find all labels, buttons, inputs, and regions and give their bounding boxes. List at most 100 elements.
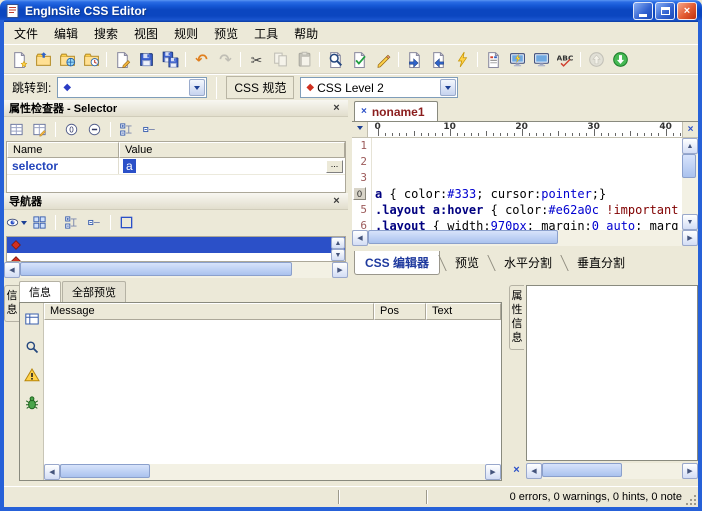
save-all-button[interactable]: [158, 47, 182, 71]
cut-button[interactable]: ✂: [244, 47, 268, 71]
selector-dropdown-button[interactable]: [189, 79, 206, 96]
navigator-vertical-scrollbar[interactable]: ▲ ▼: [331, 237, 345, 261]
open-file-button[interactable]: [31, 47, 55, 71]
grid-edit-button[interactable]: [29, 120, 50, 139]
css-spec-dropdown-button[interactable]: [440, 79, 457, 96]
menu-规则[interactable]: 规则: [166, 22, 206, 45]
minimize-button[interactable]: [633, 2, 653, 20]
left-horizontal-scrollbar[interactable]: ◀ ▶: [4, 262, 348, 278]
close-panel-button[interactable]: ×: [330, 102, 343, 114]
scroll-track[interactable]: [60, 464, 485, 480]
editor-view-tab-4[interactable]: 垂直分割: [567, 251, 635, 274]
message-grid-button[interactable]: [21, 309, 42, 328]
outline-box-button[interactable]: [116, 213, 137, 232]
messages-list[interactable]: [44, 320, 501, 464]
editor-close-button[interactable]: ×: [682, 122, 698, 137]
property-info-side-tab[interactable]: 属性信息: [509, 285, 524, 350]
scroll-thumb[interactable]: [542, 463, 622, 477]
code-line[interactable]: .layout a:hover { color:#e62a0c !importa…: [375, 202, 682, 218]
editor-gutter[interactable]: 1 2 3 0 5 6: [352, 138, 372, 230]
collapse-tree-button[interactable]: [139, 120, 160, 139]
preview-in-browser-button[interactable]: [505, 47, 529, 71]
ruler-dropdown-button[interactable]: [352, 122, 368, 137]
property-value-cell[interactable]: a ...: [119, 158, 345, 174]
collapse-tree-button[interactable]: [84, 213, 105, 232]
selector-combobox[interactable]: ◆: [57, 77, 208, 98]
warning-button[interactable]: [21, 365, 42, 384]
zero-values-button[interactable]: 0: [61, 120, 82, 139]
bookmark-marker[interactable]: 0: [353, 187, 366, 200]
scroll-track[interactable]: [682, 154, 698, 214]
menu-编辑[interactable]: 编辑: [46, 22, 86, 45]
open-from-web-button[interactable]: [55, 47, 79, 71]
editor-view-tab-3[interactable]: 水平分割: [494, 251, 562, 274]
navigator-item[interactable]: [7, 237, 345, 253]
editor-view-tab-2[interactable]: 预览: [445, 251, 489, 274]
validate-css-button[interactable]: [347, 47, 371, 71]
property-row[interactable]: selector a ...: [7, 158, 345, 175]
scroll-thumb[interactable]: [368, 230, 558, 244]
document-tab[interactable]: × noname1: [354, 101, 438, 121]
messages-tab-1[interactable]: 信息: [19, 281, 61, 302]
code-line[interactable]: [375, 154, 682, 170]
editor-view-tab-1[interactable]: CSS 编辑器: [354, 250, 441, 275]
close-panel-button[interactable]: ×: [330, 195, 343, 207]
internal-preview-button[interactable]: [529, 47, 553, 71]
css-spec-combobox[interactable]: ◆ CSS Level 2: [300, 77, 459, 98]
property-inspector-header[interactable]: 属性检查器 - Selector ×: [4, 100, 348, 117]
resize-grip[interactable]: [685, 494, 698, 507]
title-bar[interactable]: EngInSite CSS Editor ×: [0, 0, 702, 22]
scroll-right-button[interactable]: ▶: [332, 262, 348, 278]
import-file-button[interactable]: [402, 47, 426, 71]
scroll-left-button[interactable]: ◀: [526, 463, 542, 479]
messages-horizontal-scrollbar[interactable]: ◀ ▶: [44, 464, 501, 480]
expand-tree-button[interactable]: [61, 213, 82, 232]
close-panel-button[interactable]: ×: [510, 464, 523, 477]
css-wizard-button[interactable]: [450, 47, 474, 71]
property-value[interactable]: a: [123, 159, 136, 173]
menu-帮助[interactable]: 帮助: [286, 22, 326, 45]
find-button[interactable]: [323, 47, 347, 71]
code-text[interactable]: a { color:#333; cursor:pointer;} .layout …: [372, 138, 682, 230]
scroll-left-button[interactable]: ◀: [352, 230, 368, 246]
scroll-right-button[interactable]: ▶: [485, 464, 501, 480]
tile-view-button[interactable]: [29, 213, 50, 232]
code-line[interactable]: .layout { width:970px; margin:0 auto; ma…: [375, 218, 682, 230]
preview-dropdown-button[interactable]: [6, 213, 27, 232]
ellipsis-button[interactable]: ...: [326, 159, 343, 173]
edit-source-button[interactable]: [110, 47, 134, 71]
find-message-button[interactable]: [21, 337, 42, 356]
scroll-track[interactable]: [542, 463, 682, 479]
export-file-button[interactable]: [426, 47, 450, 71]
scroll-track[interactable]: [20, 262, 332, 278]
menu-搜索[interactable]: 搜索: [86, 22, 126, 45]
scroll-left-button[interactable]: ◀: [4, 262, 20, 278]
navigator-tree[interactable]: [6, 236, 346, 262]
scroll-down-button[interactable]: ▼: [682, 214, 698, 230]
scroll-right-button[interactable]: ▶: [682, 230, 698, 246]
scroll-up-button[interactable]: ▲: [331, 237, 345, 249]
debug-button[interactable]: [21, 393, 42, 412]
scroll-right-button[interactable]: ▶: [682, 463, 698, 479]
close-button[interactable]: ×: [677, 2, 697, 20]
code-template-button[interactable]: [481, 47, 505, 71]
new-document-button[interactable]: [7, 47, 31, 71]
scroll-thumb[interactable]: [60, 464, 150, 478]
scroll-down-button[interactable]: ▼: [331, 249, 345, 261]
scroll-up-button[interactable]: ▲: [682, 138, 698, 154]
expand-tree-button[interactable]: [116, 120, 137, 139]
spell-check-button[interactable]: ABC: [553, 47, 577, 71]
code-line[interactable]: [375, 170, 682, 186]
menu-工具[interactable]: 工具: [246, 22, 286, 45]
code-line[interactable]: a { color:#333; cursor:pointer;}: [375, 186, 682, 202]
messages-tab-2[interactable]: 全部预览: [62, 281, 126, 302]
menu-文件[interactable]: 文件: [6, 22, 46, 45]
save-button[interactable]: [134, 47, 158, 71]
scroll-thumb[interactable]: [20, 262, 292, 276]
scroll-left-button[interactable]: ◀: [44, 464, 60, 480]
grid-view-button[interactable]: [6, 120, 27, 139]
property-info-horizontal-scrollbar[interactable]: ◀ ▶: [526, 463, 698, 479]
check-updates-button[interactable]: [608, 47, 632, 71]
maximize-button[interactable]: [655, 2, 675, 20]
recent-files-button[interactable]: [79, 47, 103, 71]
